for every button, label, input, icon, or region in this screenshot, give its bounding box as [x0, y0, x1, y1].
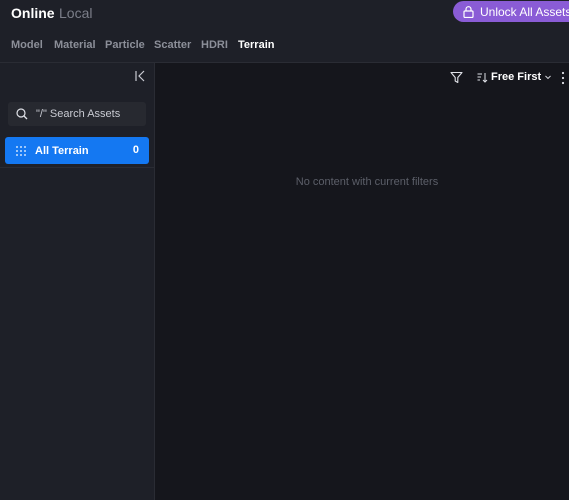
search-input[interactable]: [36, 108, 136, 120]
chevron-down-icon: [545, 75, 552, 80]
tab-terrain[interactable]: Terrain: [238, 39, 274, 51]
top-bar: Online Local Unlock All Assets Model Mat…: [0, 0, 569, 62]
collapse-sidebar-icon[interactable]: [133, 69, 147, 83]
sidebar: All Terrain 0: [0, 63, 155, 500]
unlock-button-label: Unlock All Assets: [480, 4, 569, 19]
unlock-all-assets-button[interactable]: Unlock All Assets: [453, 1, 569, 22]
tab-material[interactable]: Material: [54, 39, 96, 51]
tab-local[interactable]: Local: [59, 5, 92, 21]
empty-state-message: No content with current filters: [295, 176, 439, 188]
tab-hdri[interactable]: HDRI: [201, 39, 228, 51]
search-icon: [16, 108, 28, 120]
tab-particle[interactable]: Particle: [105, 39, 145, 51]
sort-icon: [477, 72, 488, 83]
filter-icon[interactable]: [450, 71, 463, 84]
sidebar-item-all-terrain[interactable]: All Terrain 0: [5, 137, 149, 164]
grid-dots-icon: [16, 145, 26, 156]
tab-online[interactable]: Online: [11, 5, 55, 21]
sort-dropdown[interactable]: Free First: [477, 71, 552, 83]
lock-icon: [463, 5, 474, 18]
tab-model[interactable]: Model: [11, 39, 43, 51]
search-box: [8, 102, 146, 126]
sidebar-item-label: All Terrain: [35, 144, 89, 157]
sidebar-divider: [0, 167, 155, 168]
sort-label: Free First: [491, 71, 542, 83]
sidebar-item-count: 0: [132, 144, 139, 156]
tab-scatter[interactable]: Scatter: [154, 39, 191, 51]
more-options-icon[interactable]: [560, 70, 566, 86]
